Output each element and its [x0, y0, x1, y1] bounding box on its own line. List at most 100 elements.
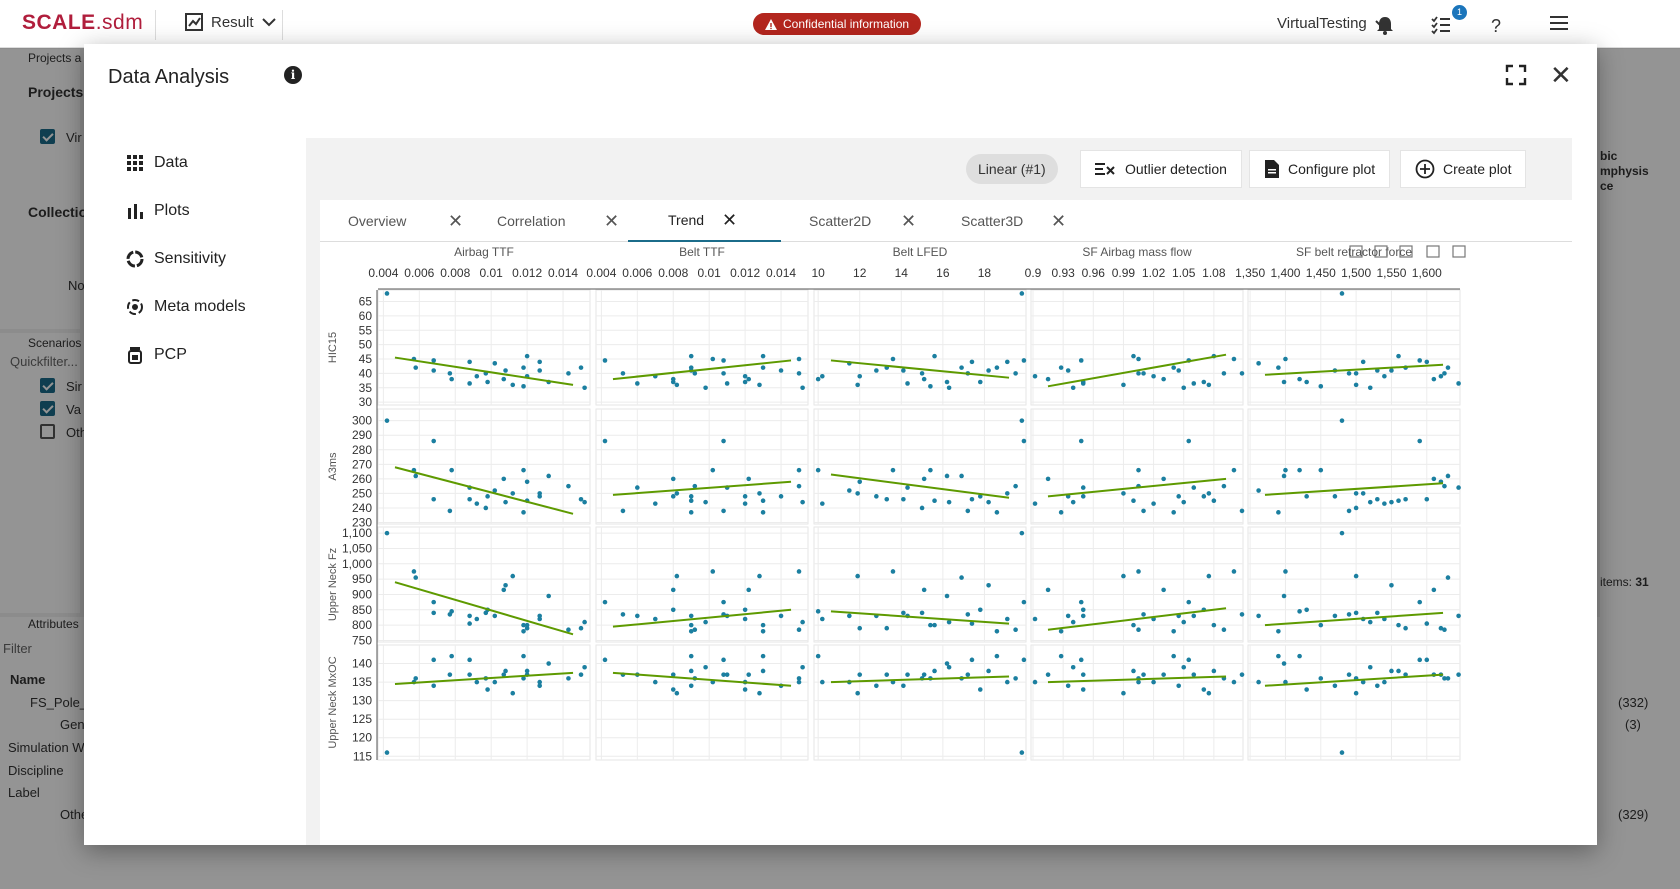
data-point — [1045, 587, 1051, 593]
data-point — [1206, 690, 1212, 696]
hamburger-menu-icon[interactable] — [1548, 12, 1570, 34]
x-tick-label: 0.006 — [404, 266, 434, 280]
data-point — [1206, 382, 1212, 388]
data-point — [1353, 382, 1359, 388]
data-point — [1456, 485, 1461, 490]
data-point — [1151, 373, 1156, 379]
data-point — [1281, 593, 1287, 599]
data-point — [857, 625, 863, 631]
outlier-detection-button[interactable]: Outlier detection — [1080, 150, 1242, 188]
plot-cell — [595, 408, 809, 525]
data-point — [778, 368, 784, 373]
data-point — [1367, 499, 1373, 505]
tab-trend[interactable]: Trend ✕ — [628, 200, 781, 242]
data-point — [1191, 381, 1197, 386]
data-point — [1161, 376, 1166, 382]
tab-scatter3d[interactable]: Scatter3D ✕ — [961, 200, 1081, 242]
data-point — [1396, 498, 1401, 504]
data-point — [578, 365, 584, 370]
x-tick-label: 0.93 — [1051, 266, 1075, 280]
plot-cell — [813, 644, 1027, 761]
data-point — [1181, 499, 1187, 505]
data-point — [602, 358, 608, 363]
app-logo[interactable]: SCALE.sdm — [22, 11, 143, 35]
data-point — [1445, 365, 1451, 370]
nav-item-pcp[interactable]: PCP — [126, 346, 187, 364]
data-point — [1456, 672, 1461, 677]
model-chip[interactable]: Linear (#1) — [966, 154, 1058, 184]
close-tab-icon[interactable]: ✕ — [901, 211, 916, 232]
nav-item-data[interactable]: Data — [126, 154, 188, 172]
close-icon[interactable]: ✕ — [1550, 62, 1572, 88]
plot-cell — [813, 408, 1027, 525]
data-point — [977, 379, 983, 385]
workspace-selector[interactable]: VirtualTesting — [1277, 15, 1389, 32]
svg-text:?: ? — [1491, 16, 1501, 36]
help-icon[interactable]: ? — [1486, 14, 1508, 36]
configure-plot-button[interactable]: Configure plot — [1249, 150, 1391, 188]
y-tick-label: 270 — [352, 457, 372, 471]
fullscreen-icon[interactable] — [1505, 64, 1527, 86]
data-point — [1211, 498, 1217, 504]
data-point — [670, 687, 676, 692]
data-point — [447, 371, 453, 376]
trend-scatter-matrix[interactable]: Airbag TTF 0.004 0.006 0.008 0.01 0.012 0.014 B… — [320, 242, 1572, 845]
data-point — [1367, 385, 1373, 391]
data-point — [688, 510, 694, 515]
data-point — [796, 627, 802, 633]
close-tab-icon[interactable]: ✕ — [448, 211, 463, 232]
data-point — [944, 379, 950, 385]
data-point — [1186, 599, 1192, 605]
tab-correlation[interactable]: Correlation ✕ — [497, 200, 619, 242]
data-point — [1442, 627, 1447, 633]
tab-overview[interactable]: Overview ✕ — [348, 200, 468, 242]
plot-cell — [595, 644, 809, 761]
data-point — [674, 382, 680, 388]
nav-item-meta-models[interactable]: Meta models — [126, 298, 246, 316]
create-plot-button[interactable]: Create plot — [1400, 150, 1527, 188]
dialog-title: Data Analysis — [108, 66, 230, 88]
data-point — [1231, 467, 1237, 473]
data-point — [959, 473, 964, 479]
data-point — [1078, 438, 1084, 444]
tab-scatter2d[interactable]: Scatter2D ✕ — [809, 200, 929, 242]
plot-cell — [1247, 408, 1461, 525]
data-point — [760, 498, 766, 504]
close-tab-icon[interactable]: ✕ — [604, 211, 619, 232]
nav-item-plots[interactable]: Plots — [126, 202, 190, 220]
bell-icon[interactable] — [1374, 14, 1396, 36]
data-point — [578, 496, 584, 502]
data-point — [1297, 376, 1302, 382]
data-point — [1131, 498, 1136, 504]
close-tab-icon[interactable]: ✕ — [722, 210, 737, 231]
data-point — [1065, 613, 1071, 619]
data-point — [1431, 476, 1437, 482]
nav-item-sensitivity[interactable]: Sensitivity — [126, 250, 226, 268]
data-point — [890, 467, 896, 473]
data-point — [1318, 467, 1324, 473]
data-point — [932, 498, 937, 504]
data-point — [921, 587, 927, 593]
data-point — [1375, 496, 1380, 502]
data-point — [1211, 668, 1217, 674]
jar-icon — [128, 347, 142, 364]
data-point — [1151, 501, 1156, 506]
x-tick-label: 0.008 — [658, 266, 688, 280]
data-point — [510, 690, 516, 696]
data-point — [1013, 627, 1018, 633]
data-point — [1070, 499, 1076, 505]
x-tick-label: 1.05 — [1172, 266, 1196, 280]
x-axis-title: SF Airbag mass flow — [1082, 245, 1192, 259]
result-menu-button[interactable]: Result — [185, 13, 276, 31]
data-point — [1239, 612, 1245, 617]
checklist-icon[interactable] — [1430, 14, 1452, 36]
data-point — [820, 501, 825, 506]
data-point — [503, 582, 508, 588]
data-point — [1231, 569, 1237, 574]
data-point — [510, 491, 516, 496]
info-icon[interactable]: i — [284, 66, 302, 84]
close-tab-icon[interactable]: ✕ — [1051, 211, 1066, 232]
data-point — [969, 359, 975, 365]
data-point — [855, 382, 860, 388]
plot-cell — [377, 644, 591, 761]
